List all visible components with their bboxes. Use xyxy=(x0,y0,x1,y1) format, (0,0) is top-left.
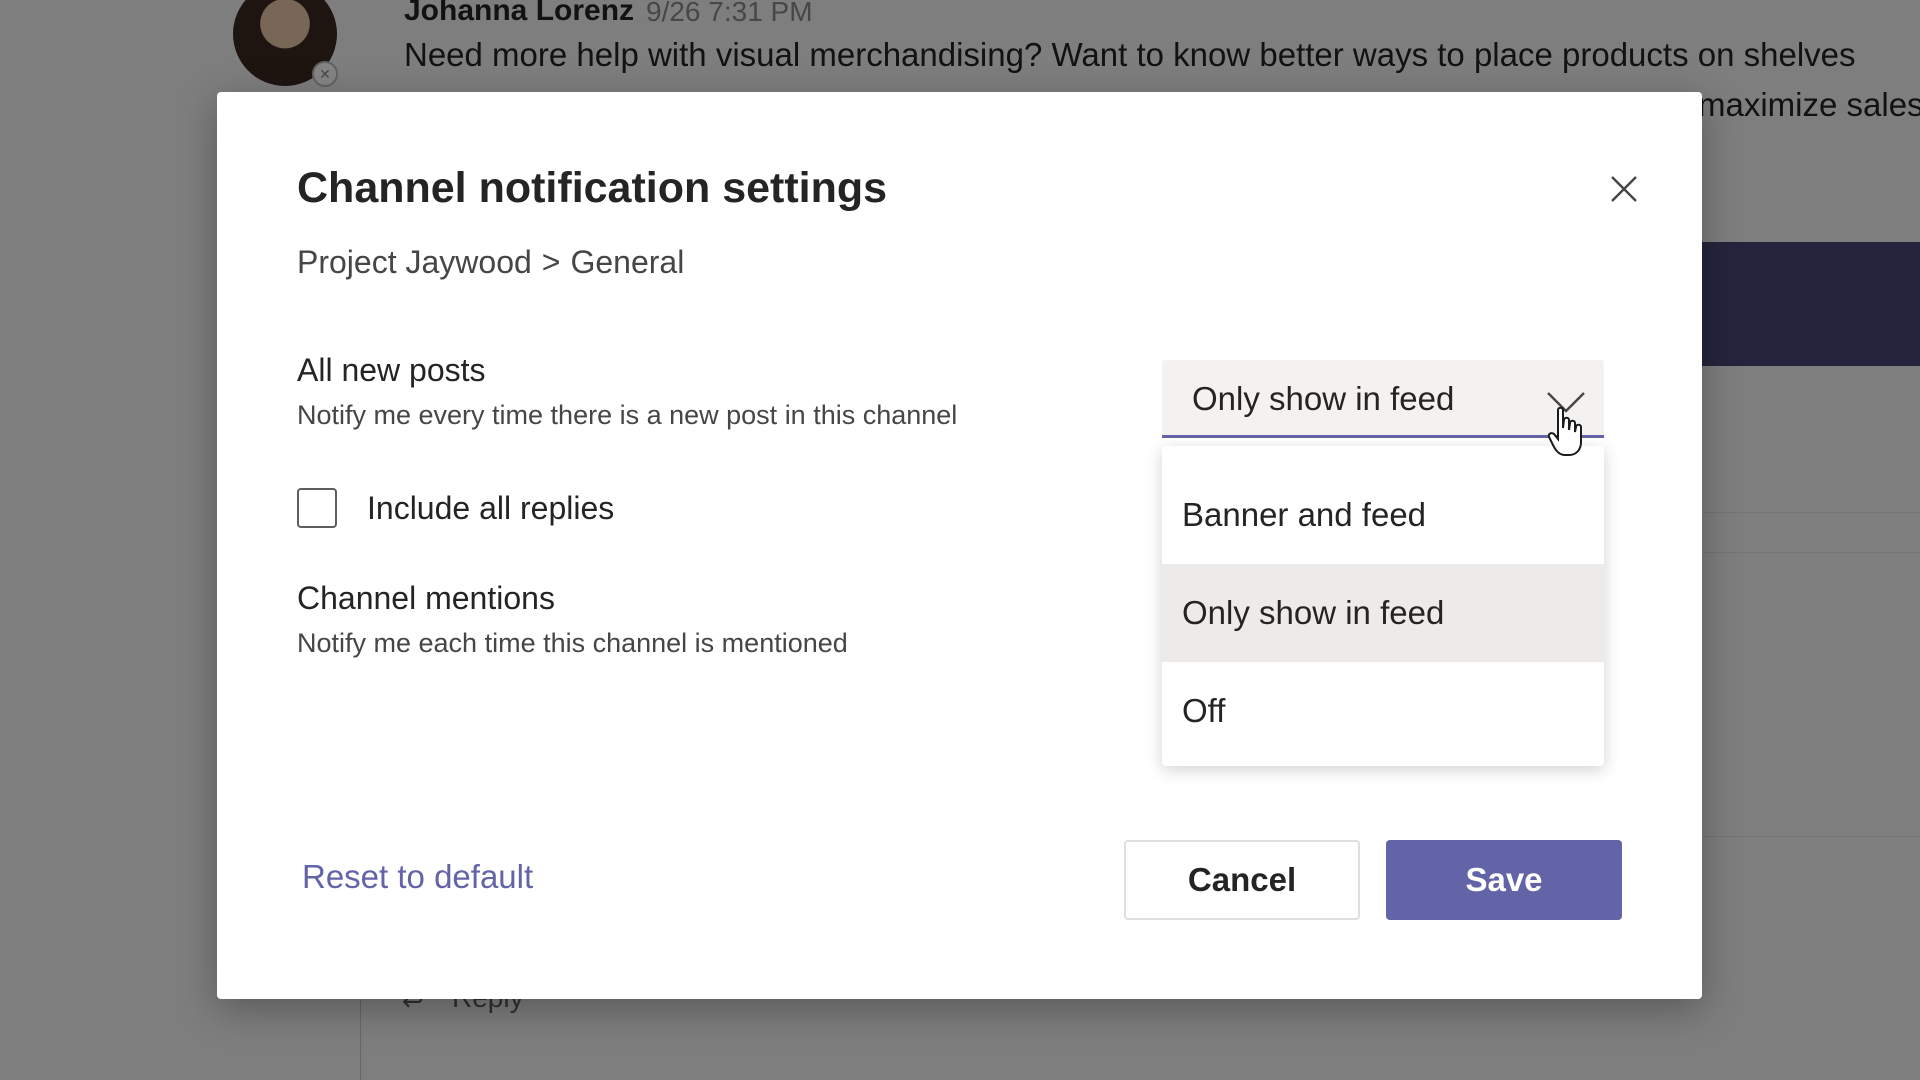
all-posts-label: All new posts xyxy=(297,352,486,388)
all-posts-description: Notify me every time there is a new post… xyxy=(297,400,958,430)
breadcrumb-team: Project Jaywood xyxy=(297,244,532,280)
all-posts-dropdown[interactable]: Only show in feed xyxy=(1162,360,1604,438)
dropdown-option-banner-and-feed[interactable]: Banner and feed xyxy=(1162,466,1604,564)
dropdown-selected-value: Only show in feed xyxy=(1192,380,1455,417)
notification-settings-dialog: Channel notification settings Project Ja… xyxy=(217,92,1702,999)
hand-pointer-icon xyxy=(1548,406,1582,456)
breadcrumb-channel: General xyxy=(570,244,685,280)
save-button[interactable]: Save xyxy=(1386,840,1622,920)
dropdown-menu: Banner and feed Only show in feed Off xyxy=(1162,446,1604,766)
cancel-button[interactable]: Cancel xyxy=(1124,840,1360,920)
dropdown-option-only-show-in-feed[interactable]: Only show in feed xyxy=(1162,564,1604,662)
include-replies-checkbox[interactable] xyxy=(297,488,337,528)
dialog-title: Channel notification settings xyxy=(297,164,888,212)
include-replies-label: Include all replies xyxy=(367,489,615,526)
breadcrumb: Project Jaywood > General xyxy=(297,244,694,281)
close-button[interactable] xyxy=(1599,164,1649,214)
dropdown-option-off[interactable]: Off xyxy=(1162,662,1604,760)
channel-mentions-label: Channel mentions xyxy=(297,580,555,616)
reset-to-default-link[interactable]: Reset to default xyxy=(302,858,533,896)
breadcrumb-separator: > xyxy=(541,244,561,280)
channel-mentions-description: Notify me each time this channel is ment… xyxy=(297,628,848,658)
include-replies-row[interactable]: Include all replies xyxy=(297,488,614,528)
close-icon xyxy=(1611,176,1637,202)
